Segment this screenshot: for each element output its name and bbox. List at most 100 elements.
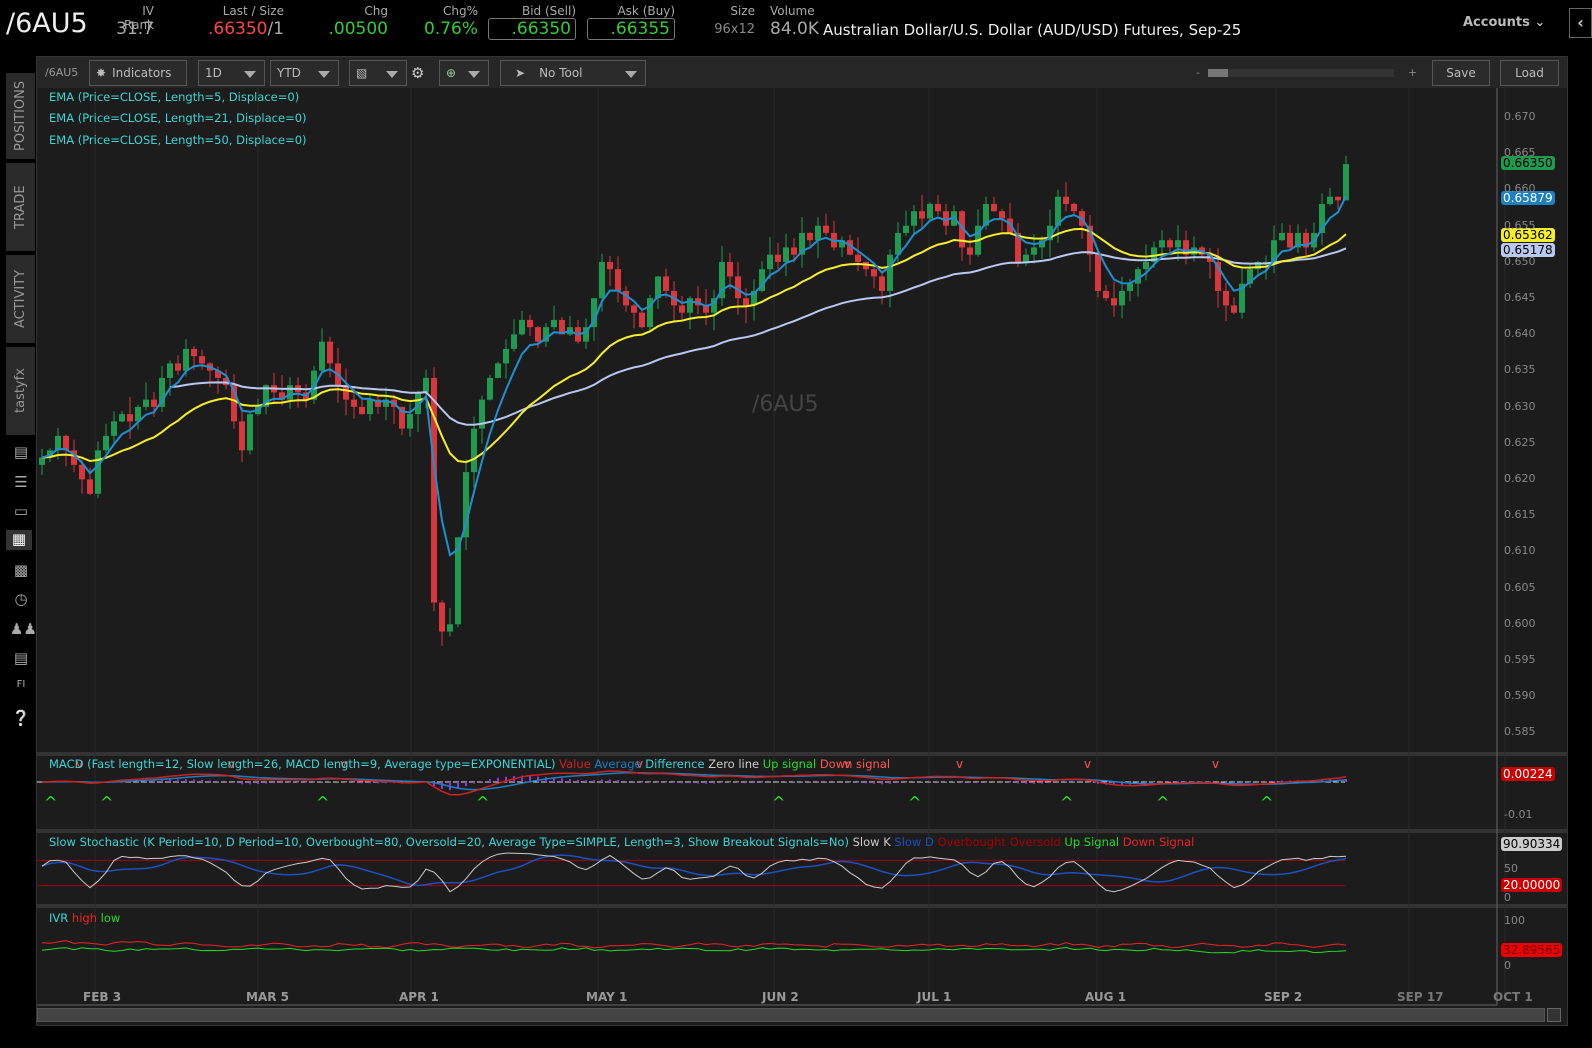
macd-legend-down: Down signal — [819, 757, 891, 771]
stoch-legend-up: Up Signal — [1064, 835, 1120, 849]
candle-body — [1335, 196, 1341, 201]
candle-body — [423, 377, 429, 393]
date-label: JUL 1 — [917, 990, 952, 1004]
price-tick: 0.635 — [1504, 363, 1536, 377]
candle-body — [615, 269, 621, 291]
date-label: AUG 1 — [1085, 990, 1127, 1004]
candle-body — [471, 428, 477, 473]
ivr-tag: 32.89565 — [1501, 943, 1563, 957]
ivr-legend-high: high — [71, 911, 97, 925]
candle-body — [183, 348, 189, 371]
study-ema50: EMA (Price=CLOSE, Length=50, Displace=0) — [49, 133, 307, 147]
candle-body — [319, 341, 325, 371]
stoch-legend-os: Oversold — [1009, 835, 1061, 849]
ivr-high-line — [41, 940, 1347, 949]
candle-body — [631, 305, 637, 313]
candle-body — [239, 421, 245, 451]
candle-body — [551, 319, 557, 328]
candle-body — [775, 254, 781, 262]
macd-up-signal-icon: ^ — [908, 793, 921, 812]
candle-body — [1287, 232, 1293, 248]
candle-body — [871, 269, 877, 277]
candle-body — [247, 414, 253, 451]
date-label: SEP 17 — [1397, 990, 1444, 1004]
date-label: SEP 2 — [1264, 990, 1303, 1004]
candle-body — [791, 247, 797, 255]
candle-body — [639, 312, 645, 328]
ivr-low-line — [41, 946, 1347, 954]
macd-legend-zero: Zero line — [708, 757, 760, 771]
macd-up-signal-icon: ^ — [316, 793, 329, 812]
macd-up-signal-icon: ^ — [100, 793, 113, 812]
price-tick: 0.585 — [1504, 725, 1536, 739]
horizontal-scrollbar[interactable] — [37, 1008, 1545, 1022]
ivr-tick-100: 100 — [1504, 914, 1525, 927]
candle-body — [1063, 196, 1069, 204]
macd-up-signal-icon: ^ — [476, 793, 489, 812]
price-chart[interactable]: ^v^v^v^v^v^v^v^v^ — [0, 0, 1592, 1048]
date-label: FEB 3 — [83, 990, 122, 1004]
candle-body — [407, 414, 413, 429]
ivr-legend-low: low — [100, 911, 121, 925]
stoch-os-tag: 20.00000 — [1501, 878, 1563, 892]
price-tick: 0.670 — [1504, 110, 1536, 123]
candle-body — [519, 319, 525, 335]
macd-tag: 0.00224 — [1501, 767, 1555, 781]
scrollbar-corner-button[interactable] — [1547, 1008, 1561, 1022]
candle-body — [527, 319, 533, 328]
date-label: JUN 2 — [762, 990, 799, 1004]
macd-legend-value: Value — [559, 757, 591, 771]
candle-body — [359, 406, 365, 415]
candle-body — [95, 450, 101, 494]
price-tick: 0.630 — [1504, 399, 1536, 413]
candle-body — [679, 305, 685, 313]
candle-body — [151, 399, 157, 407]
candle-body — [879, 276, 885, 291]
candle-body — [1175, 240, 1181, 248]
candle-body — [1327, 196, 1333, 204]
candle-body — [967, 247, 973, 255]
candle-body — [199, 356, 205, 364]
candle-body — [935, 203, 941, 212]
candle-body — [439, 602, 445, 632]
candle-body — [87, 479, 93, 494]
stoch-legend-d: Slow D — [894, 835, 934, 849]
price-tick: 0.620 — [1504, 472, 1536, 485]
candle-body — [175, 363, 181, 371]
stoch-tick-0: 0 — [1504, 891, 1511, 904]
macd-up-signal-icon: ^ — [1156, 793, 1169, 812]
candle-body — [167, 363, 173, 378]
macd-legend-up: Up signal — [762, 757, 817, 771]
macd-up-signal-icon: ^ — [44, 793, 57, 812]
study-ema21: EMA (Price=CLOSE, Length=21, Displace=0) — [49, 111, 307, 125]
macd-down-signal-icon: v — [956, 757, 963, 771]
candle-body — [855, 254, 861, 262]
candle-body — [1127, 283, 1133, 291]
candle-body — [367, 399, 373, 415]
candle-body — [39, 457, 45, 465]
macd-up-signal-icon: ^ — [1260, 793, 1273, 812]
candle-body — [607, 261, 613, 270]
candle-body — [1119, 290, 1125, 306]
candle-body — [743, 298, 749, 306]
date-label: MAY 1 — [586, 990, 628, 1004]
candle-body — [927, 203, 933, 219]
candle-body — [503, 348, 509, 364]
ivr-title: IVR — [49, 911, 69, 925]
candle-body — [663, 276, 669, 291]
price-tick: 0.595 — [1504, 653, 1536, 666]
candle-body — [999, 211, 1005, 219]
candle-body — [447, 624, 453, 632]
price-tick: 0.650 — [1504, 254, 1536, 268]
candle-body — [1279, 232, 1285, 241]
candle-body — [1231, 305, 1237, 313]
candle-body — [903, 225, 909, 233]
macd-down-signal-icon: v — [1212, 757, 1219, 771]
candle-body — [495, 363, 501, 378]
price-tick: 0.625 — [1504, 435, 1536, 449]
stoch-legend-ob: Overbought — [937, 835, 1006, 849]
date-label: MAR 5 — [246, 990, 289, 1004]
candle-body — [191, 348, 197, 357]
candle-body — [1023, 254, 1029, 262]
price-tick: 0.655 — [1504, 218, 1536, 232]
